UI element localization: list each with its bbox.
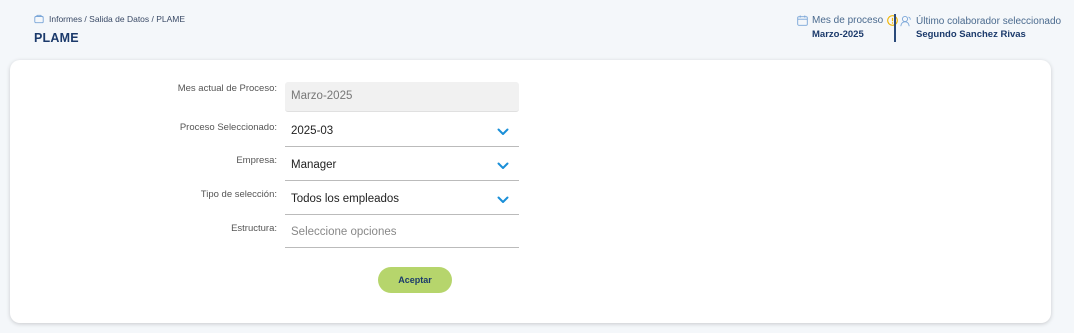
proceso-select[interactable]: 2025-03: [285, 117, 519, 147]
empresa-value: Manager: [291, 159, 337, 171]
tipo-seleccion-value: Todos los empleados: [291, 193, 400, 205]
tipo-seleccion-select[interactable]: Todos los empleados: [285, 185, 519, 215]
info-icon[interactable]: [887, 15, 899, 26]
mes-actual-label: Mes actual de Proceso:: [177, 83, 277, 94]
chevron-down-icon[interactable]: [497, 126, 509, 138]
last-collaborator-label: Último colaborador seleccionado: [916, 15, 1062, 27]
estructura-placeholder: Seleccione opciones: [291, 226, 397, 238]
process-month-label: Mes de proceso: [812, 15, 884, 26]
last-collaborator-block: Último colaborador seleccionado Segundo …: [900, 15, 1062, 40]
mes-actual-value: Marzo-2025: [291, 90, 353, 102]
breadcrumb: Informes / Salida de Datos / PLAME: [34, 14, 185, 24]
accept-button[interactable]: Aceptar: [378, 267, 452, 293]
folder-icon: [34, 14, 44, 24]
header-divider: [894, 14, 896, 42]
estructura-label: Estructura:: [231, 223, 277, 234]
proceso-label: Proceso Seleccionado:: [179, 122, 277, 133]
form-card: Mes actual de Proceso: Marzo-2025 Proces…: [10, 60, 1051, 323]
estructura-multiselect[interactable]: Seleccione opciones: [285, 218, 519, 248]
empresa-select[interactable]: Manager: [285, 151, 519, 181]
process-month-block: Mes de proceso Marzo-2025: [797, 15, 899, 40]
empresa-label: Empresa:: [236, 155, 277, 166]
last-collaborator-name[interactable]: Segundo Sanchez Rivas: [916, 29, 1026, 40]
calendar-icon: [797, 15, 808, 26]
chevron-down-icon[interactable]: [497, 160, 509, 172]
breadcrumb-text[interactable]: Informes / Salida de Datos / PLAME: [49, 14, 185, 24]
tipo-seleccion-label: Tipo de selección:: [200, 189, 277, 200]
page-header: Informes / Salida de Datos / PLAME PLAME…: [0, 0, 1074, 58]
user-icon: [900, 15, 911, 27]
process-month-value: Marzo-2025: [812, 29, 864, 40]
page-title: PLAME: [34, 31, 79, 45]
proceso-value: 2025-03: [291, 125, 334, 137]
mes-actual-field: Marzo-2025: [285, 82, 519, 112]
chevron-down-icon[interactable]: [497, 194, 509, 206]
